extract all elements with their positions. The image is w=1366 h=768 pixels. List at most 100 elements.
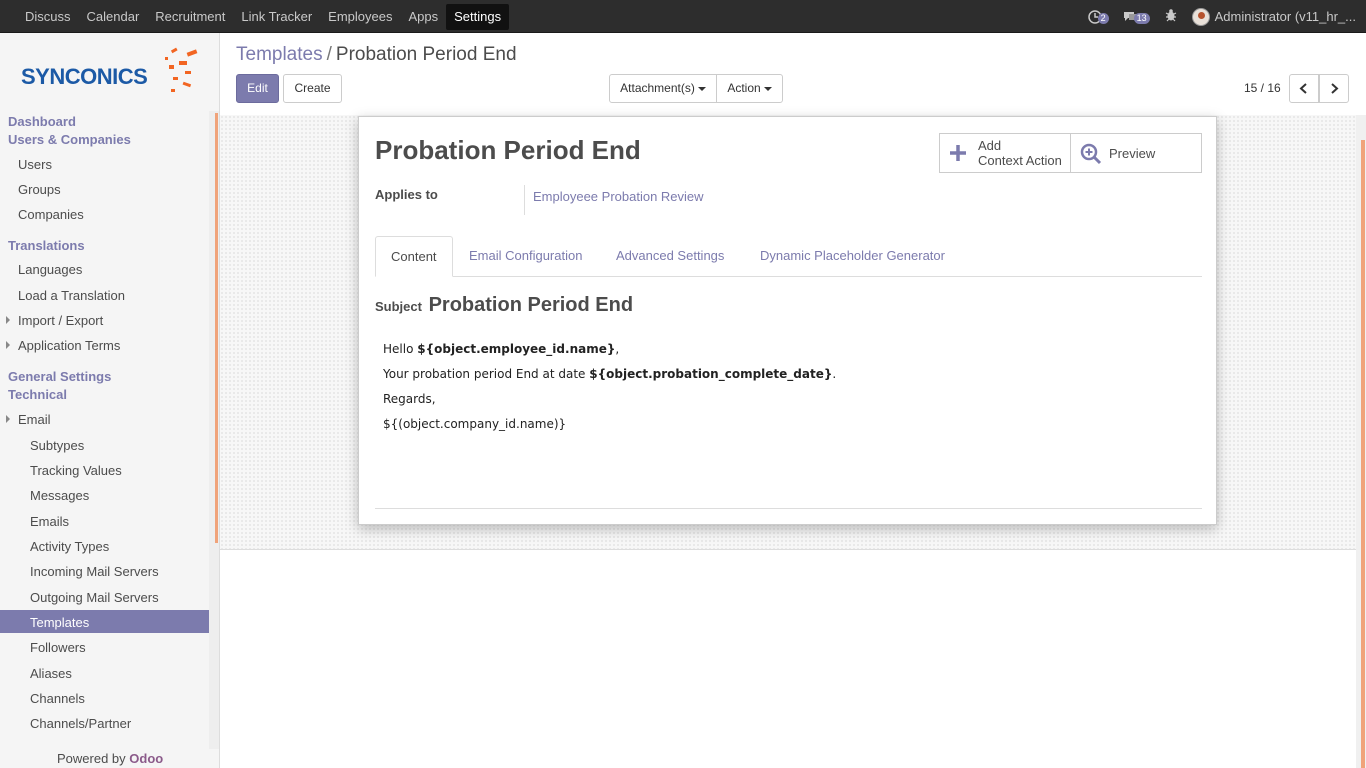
menu-apps[interactable]: Apps xyxy=(400,4,446,30)
add-context-action-label: Add Context Action xyxy=(978,138,1062,168)
chevron-down-icon xyxy=(763,86,772,91)
sidebar: SYNCONICS Dashboard Users & Companies Us… xyxy=(0,33,220,768)
logo-text: SYNCONICS xyxy=(21,64,148,89)
sidebar-item-templates[interactable]: Templates xyxy=(30,615,89,630)
sidebar-item-subtypes[interactable]: Subtypes xyxy=(30,438,84,453)
preview-label: Preview xyxy=(1109,146,1156,161)
chevron-down-icon xyxy=(697,86,706,91)
tab-email-configuration[interactable]: Email Configuration xyxy=(454,236,597,277)
top-navbar: Discuss Calendar Recruitment Link Tracke… xyxy=(0,0,1366,33)
menu-recruitment[interactable]: Recruitment xyxy=(147,4,233,30)
edit-button[interactable]: Edit xyxy=(236,74,279,103)
menu-calendar[interactable]: Calendar xyxy=(79,4,148,30)
email-body: Hello ${object.employee_id.name}, Your p… xyxy=(383,341,836,441)
action-dropdown[interactable]: Action xyxy=(716,74,783,103)
powered-by-label: Powered by xyxy=(57,751,126,766)
sidebar-dashboard[interactable]: Dashboard xyxy=(8,114,76,129)
add-context-action-button[interactable]: Add Context Action xyxy=(939,133,1071,173)
user-name: Administrator (v11_hr_... xyxy=(1214,9,1356,24)
app-menu: Discuss Calendar Recruitment Link Tracke… xyxy=(17,0,510,33)
body-text: Your probation period End at date xyxy=(383,367,590,381)
sidebar-item-tracking-values[interactable]: Tracking Values xyxy=(30,463,122,478)
sidebar-item-aliases[interactable]: Aliases xyxy=(30,666,72,681)
menu-settings[interactable]: Settings xyxy=(446,3,510,30)
sidebar-item-label: Application Terms xyxy=(18,338,121,353)
pager-value[interactable]: 15 / 16 xyxy=(1244,81,1281,95)
expand-caret-icon[interactable] xyxy=(6,415,10,423)
notebook-tabs: Content Email Configuration Advanced Set… xyxy=(375,236,1202,277)
systray: 2 13 Administrator (v11_hr_... xyxy=(1087,0,1356,33)
sidebar-users-companies[interactable]: Users & Companies xyxy=(8,132,131,147)
company-logo[interactable]: SYNCONICS xyxy=(21,47,211,111)
sidebar-item-label: Email xyxy=(18,412,51,427)
applies-to-link[interactable]: Employeee Probation Review xyxy=(533,189,704,204)
tab-advanced-settings[interactable]: Advanced Settings xyxy=(601,236,739,277)
menu-discuss[interactable]: Discuss xyxy=(17,4,79,30)
breadcrumb-separator: / xyxy=(326,44,332,65)
breadcrumb-templates[interactable]: Templates xyxy=(236,44,323,65)
sidebar-item-activity-types[interactable]: Activity Types xyxy=(30,539,109,554)
sidebar-translations[interactable]: Translations xyxy=(8,238,85,253)
breadcrumb-current: Probation Period End xyxy=(335,44,517,65)
record-title: Probation Period End xyxy=(375,135,641,165)
add-label-line2: Context Action xyxy=(978,153,1062,168)
attachments-dropdown[interactable]: Attachment(s) xyxy=(609,74,717,103)
sidebar-item-companies[interactable]: Companies xyxy=(18,207,84,222)
odoo-link[interactable]: Odoo xyxy=(129,751,163,766)
preview-button[interactable]: Preview xyxy=(1070,133,1202,173)
sidebar-item-label: Import / Export xyxy=(18,313,104,328)
sidebar-item-followers[interactable]: Followers xyxy=(30,640,86,655)
tab-dynamic-placeholder[interactable]: Dynamic Placeholder Generator xyxy=(745,236,960,277)
create-button[interactable]: Create xyxy=(283,74,342,103)
field-separator xyxy=(524,185,525,215)
avatar xyxy=(1191,7,1210,26)
sidebar-item-incoming-mail[interactable]: Incoming Mail Servers xyxy=(30,564,159,579)
activity-button[interactable]: 2 xyxy=(1087,9,1109,24)
body-placeholder: ${object.employee_id.name} xyxy=(417,342,616,356)
sidebar-scroll-thumb[interactable] xyxy=(215,113,218,543)
breadcrumb: Templates / Probation Period End xyxy=(236,44,517,66)
sidebar-item-messages[interactable]: Messages xyxy=(30,488,89,503)
subject-field: Subject Probation Period End xyxy=(375,294,633,317)
sidebar-item-channels[interactable]: Channels xyxy=(30,691,85,706)
content-scroll-thumb[interactable] xyxy=(1361,140,1365,768)
sidebar-item-emails[interactable]: Emails xyxy=(30,514,69,529)
body-line-hello: Hello ${object.employee_id.name}, xyxy=(383,341,836,366)
body-placeholder: ${object.probation_complete_date} xyxy=(589,367,833,381)
body-text: Hello xyxy=(383,342,418,356)
menu-link-tracker[interactable]: Link Tracker xyxy=(233,4,320,30)
sidebar-item-outgoing-mail[interactable]: Outgoing Mail Servers xyxy=(30,590,159,605)
subject-value: Probation Period End xyxy=(428,294,634,316)
sidebar-technical[interactable]: Technical xyxy=(8,387,67,402)
chevron-right-icon xyxy=(1331,83,1339,94)
body-text: . xyxy=(832,367,837,381)
expand-caret-icon[interactable] xyxy=(6,316,10,324)
body-text: , xyxy=(615,342,620,356)
menu-employees[interactable]: Employees xyxy=(320,4,400,30)
plus-icon xyxy=(950,145,966,161)
powered-by: Powered by Odoo xyxy=(57,751,163,766)
tab-content[interactable]: Content xyxy=(375,236,453,277)
sidebar-item-languages[interactable]: Languages xyxy=(18,262,82,277)
sidebar-general-settings[interactable]: General Settings xyxy=(8,369,111,384)
expand-caret-icon[interactable] xyxy=(6,341,10,349)
bug-icon[interactable] xyxy=(1164,8,1178,25)
body-line-company: ${(object.company_id.name)} xyxy=(383,417,567,431)
logo-mark-icon xyxy=(165,47,198,92)
messages-button[interactable]: 13 xyxy=(1123,9,1150,24)
sidebar-item-email[interactable]: Email xyxy=(6,412,51,427)
pager-previous-button[interactable] xyxy=(1289,74,1319,103)
sidebar-item-load-translation[interactable]: Load a Translation xyxy=(18,288,125,303)
sidebar-item-import-export[interactable]: Import / Export xyxy=(6,313,104,328)
sidebar-item-groups[interactable]: Groups xyxy=(18,182,61,197)
sidebar-item-users[interactable]: Users xyxy=(18,157,52,172)
pager-next-button[interactable] xyxy=(1319,74,1349,103)
body-line-probation: Your probation period End at date ${obje… xyxy=(383,366,836,391)
chevron-left-icon xyxy=(1299,83,1307,94)
sidebar-item-channels-partner[interactable]: Channels/Partner xyxy=(30,716,131,731)
action-label: Action xyxy=(727,81,761,95)
form-sheet: Probation Period End Add Context Action … xyxy=(358,116,1217,525)
sidebar-item-application-terms[interactable]: Application Terms xyxy=(6,338,121,353)
user-menu[interactable]: Administrator (v11_hr_... xyxy=(1191,7,1356,26)
subject-label: Subject xyxy=(375,299,422,314)
